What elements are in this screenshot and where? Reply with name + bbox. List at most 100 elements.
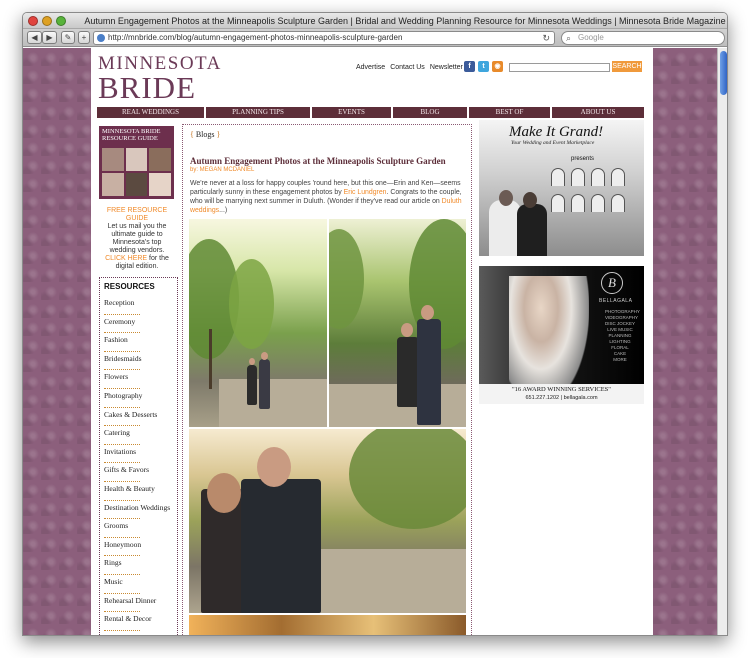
promo-title: FREE RESOURCE GUIDE	[106, 207, 168, 222]
section-name[interactable]: Blogs	[196, 130, 215, 139]
ad1-subtitle: Your Wedding and Event Marketplace	[511, 140, 595, 146]
guide-promo: FREE RESOURCE GUIDE Let us mail you the …	[99, 207, 175, 271]
nav-blog[interactable]: BLOG	[393, 107, 467, 118]
resource-link[interactable]: Bridesmaids	[104, 352, 142, 371]
guide-photo	[102, 173, 124, 196]
bellagala-strip: "16 AWARD WINNING SERVICES" 651.227.1202…	[479, 384, 644, 404]
resource-link[interactable]: Rehearsal Dinner	[104, 594, 156, 613]
engagement-photo[interactable]	[189, 429, 466, 613]
resource-link[interactable]: Invitations	[104, 445, 140, 464]
guide-photo	[125, 148, 148, 171]
browser-search-field[interactable]: ⌕ Google	[561, 31, 725, 45]
resource-link[interactable]: Health & Beauty	[104, 482, 155, 501]
forward-arrow-icon: ▶	[46, 33, 53, 42]
resource-link[interactable]: Catering	[104, 426, 140, 445]
section-label: { Blogs }	[190, 130, 221, 139]
bellagala-name: BELLAGALA	[599, 298, 633, 304]
bellagala-services: PHOTOGRAPHY VIDEOGRAPHY DISC JOCKEY LIVE MU…	[605, 309, 640, 363]
advertise-link[interactable]: Advertise	[356, 64, 385, 71]
left-sidebar: Minnesota Bride Resource Guide FREE RESO…	[99, 126, 178, 635]
minimize-icon[interactable]	[42, 16, 52, 26]
site-search-button[interactable]: SEARCH	[612, 61, 642, 72]
resource-link[interactable]: Photography	[104, 389, 142, 408]
promo-link[interactable]: CLICK HERE	[105, 255, 147, 262]
engagement-photo[interactable]	[189, 615, 466, 635]
resource-link[interactable]: Destination Weddings	[104, 501, 170, 520]
forward-button[interactable]: ▶	[42, 31, 57, 44]
resource-link[interactable]: Flowers	[104, 370, 140, 389]
twitter-icon[interactable]: t	[478, 61, 489, 72]
reload-icon[interactable]: ↻	[542, 32, 550, 44]
logo-line2: BRIDE	[98, 70, 196, 105]
url-text: http://mnbride.com/blog/autumn-engagemen…	[108, 33, 403, 42]
bellagala-service-item: MORE	[613, 357, 627, 362]
bookmarks-button[interactable]: ✎	[61, 31, 75, 44]
resource-link[interactable]: Reception	[104, 296, 140, 315]
resource-link[interactable]: Fashion	[104, 333, 140, 352]
site-logo[interactable]: MINNESOTA BRIDE	[98, 54, 222, 103]
bellagala-tagline: "16 AWARD WINNING SERVICES"	[512, 386, 611, 393]
ad1-presents: presents	[571, 156, 595, 162]
nav-events[interactable]: EVENTS	[312, 107, 391, 118]
engagement-photo[interactable]	[189, 219, 327, 427]
post-body: We're never at a loss for happy couples …	[190, 179, 464, 215]
photographer-link[interactable]: Eric Lundgren	[344, 189, 387, 196]
window-title: Autumn Engagement Photos at the Minneapo…	[84, 16, 726, 26]
plus-icon: +	[81, 33, 87, 42]
nav-planning-tips[interactable]: PLANNING TIPS	[206, 107, 310, 118]
right-sidebar: Make It Grand! Your Wedding and Event Ma…	[479, 120, 644, 404]
resource-link[interactable]: Cakes & Desserts	[104, 408, 157, 427]
resource-link[interactable]: Honeymoon	[104, 538, 141, 557]
vertical-scrollbar[interactable]	[717, 48, 727, 635]
resource-guide-cover[interactable]: Minnesota Bride Resource Guide	[99, 126, 174, 199]
guide-photo	[125, 173, 148, 196]
utility-links: Advertise Contact Us Newsletter	[356, 64, 463, 71]
zoom-icon[interactable]	[56, 16, 66, 26]
bellagala-contact: 651.227.1202 | bellagala.com	[525, 395, 598, 401]
facebook-icon[interactable]: f	[464, 61, 475, 72]
guide-title: Minnesota Bride Resource Guide	[102, 128, 161, 142]
resource-link[interactable]: Gifts & Favors	[104, 463, 149, 482]
add-bookmark-button[interactable]: +	[78, 31, 90, 44]
main-nav: REAL WEDDINGS PLANNING TIPS EVENTS BLOG …	[97, 107, 644, 118]
ad1-title: Make It Grand!	[509, 124, 604, 140]
site-globe-icon	[97, 34, 105, 42]
resources-list: RESOURCES Reception Ceremony Fashion Brides…	[99, 277, 178, 635]
scrollbar-thumb[interactable]	[720, 51, 727, 95]
contact-link[interactable]: Contact Us	[390, 64, 425, 71]
back-button[interactable]: ◀	[27, 31, 42, 44]
browser-toolbar: ◀ ▶ ✎ + http://mnbride.com/blog/autumn-e…	[23, 29, 727, 47]
post-title[interactable]: Autumn Engagement Photos at the Minneapo…	[190, 156, 464, 166]
resource-link[interactable]: Rental & Decor	[104, 612, 151, 631]
guide-photos	[102, 148, 171, 196]
resource-link[interactable]: Transportation	[104, 631, 148, 635]
title-bar: Autumn Engagement Photos at the Minneapo…	[23, 13, 727, 29]
nav-best-of[interactable]: BEST OF	[469, 107, 550, 118]
window-controls	[28, 16, 66, 26]
resource-link[interactable]: Grooms	[104, 519, 140, 538]
resources-heading: RESOURCES	[104, 282, 155, 291]
site-search-input[interactable]	[509, 63, 610, 72]
nav-about-us[interactable]: ABOUT US	[552, 107, 644, 118]
resource-link[interactable]: Ceremony	[104, 315, 140, 334]
close-icon[interactable]	[28, 16, 38, 26]
page-viewport: MINNESOTA BRIDE Advertise Contact Us New…	[23, 48, 727, 635]
resource-link[interactable]: Rings	[104, 556, 140, 575]
bellagala-ad[interactable]: B BELLAGALA PHOTOGRAPHY VIDEOGRAPHY DISC J…	[479, 266, 644, 404]
browser-search-placeholder: Google	[578, 33, 604, 42]
address-bar[interactable]: http://mnbride.com/blog/autumn-engagemen…	[93, 31, 555, 45]
rss-icon[interactable]: ◉	[492, 61, 503, 72]
bellagala-logo: B	[601, 272, 623, 294]
guide-photo	[102, 148, 124, 171]
nav-real-weddings[interactable]: REAL WEDDINGS	[97, 107, 204, 118]
browser-window: Autumn Engagement Photos at the Minneapo…	[22, 12, 728, 636]
guide-photo	[149, 148, 171, 171]
engagement-photo[interactable]	[329, 219, 466, 427]
blog-post: { Blogs } Autumn Engagement Photos at th…	[182, 124, 472, 635]
newsletter-link[interactable]: Newsletter	[430, 64, 463, 71]
social-links: f t ◉	[464, 61, 503, 72]
post-body-text: ...)	[219, 207, 228, 214]
resource-link[interactable]: Music	[104, 575, 140, 594]
make-it-grand-ad[interactable]: Make It Grand! Your Wedding and Event Ma…	[479, 120, 644, 256]
search-icon: ⌕	[566, 33, 572, 43]
